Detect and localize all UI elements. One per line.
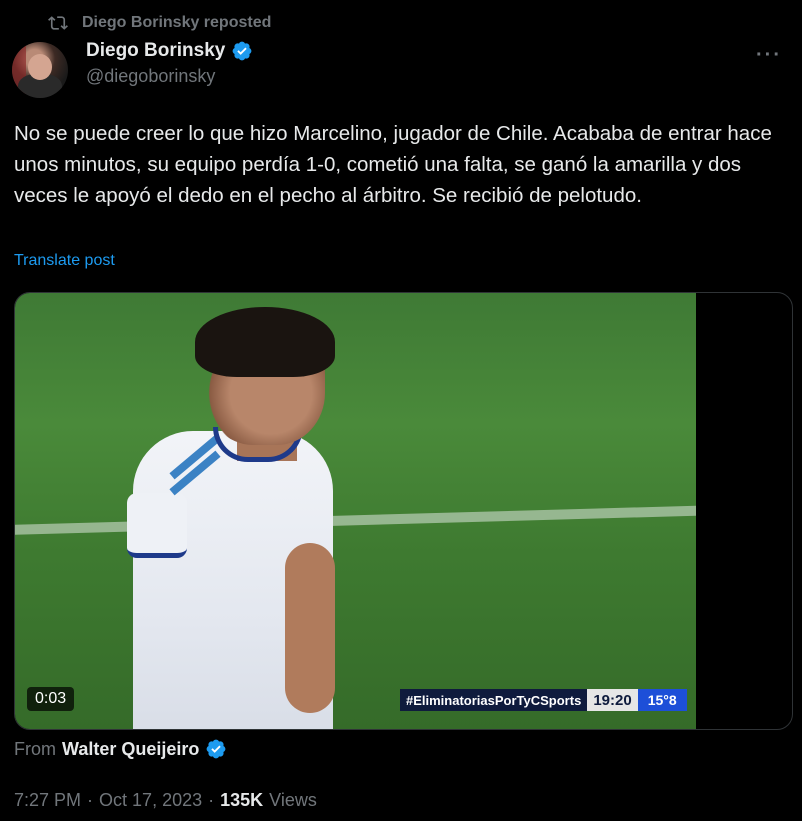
video-player[interactable]: 0:03 #EliminatoriasPorTyCSports 19:20 15…: [14, 292, 793, 730]
scorebar-minute: 15°8: [637, 689, 687, 711]
meta-separator: ·: [87, 790, 94, 810]
tweet-meta: 7:27 PM · Oct 17, 2023 · 135K Views: [14, 790, 317, 811]
pitch-line: [15, 504, 696, 536]
repost-icon: [48, 16, 68, 30]
meta-separator: ·: [208, 790, 215, 810]
author-display-name[interactable]: Diego Borinsky: [86, 40, 225, 62]
views-count[interactable]: 135K: [220, 790, 263, 811]
scorebar-clock: 19:20: [587, 689, 638, 711]
tweet-time[interactable]: 7:27 PM: [14, 790, 81, 811]
views-label: Views: [269, 790, 317, 810]
repost-indicator[interactable]: Diego Borinsky reposted: [48, 10, 271, 36]
repost-label: Diego Borinsky reposted: [82, 14, 272, 31]
scorebar-hashtag: #EliminatoriasPorTyCSports: [400, 689, 588, 711]
tweet-text: No se puede creer lo que hizo Marcelino,…: [14, 122, 772, 207]
verified-badge-icon[interactable]: [205, 738, 227, 760]
more-options-button[interactable]: ···: [756, 44, 782, 67]
avatar[interactable]: [12, 42, 68, 98]
from-label: From: [14, 738, 56, 759]
translate-post-link[interactable]: Translate post: [14, 252, 115, 270]
author-block: Diego Borinsky @diegoborinsky: [86, 40, 253, 87]
broadcast-scorebar: #EliminatoriasPorTyCSports 19:20 15°8: [400, 689, 687, 711]
author-handle[interactable]: @diegoborinsky: [86, 66, 253, 87]
source-account-link[interactable]: Walter Queijeiro: [62, 739, 199, 760]
tweet-date[interactable]: Oct 17, 2023: [99, 790, 202, 811]
video-frame[interactable]: 0:03 #EliminatoriasPorTyCSports 19:20 15…: [15, 293, 696, 729]
verified-badge-icon[interactable]: [231, 40, 253, 62]
video-duration: 0:03: [27, 687, 75, 711]
video-attribution: From Walter Queijeiro: [14, 738, 227, 760]
